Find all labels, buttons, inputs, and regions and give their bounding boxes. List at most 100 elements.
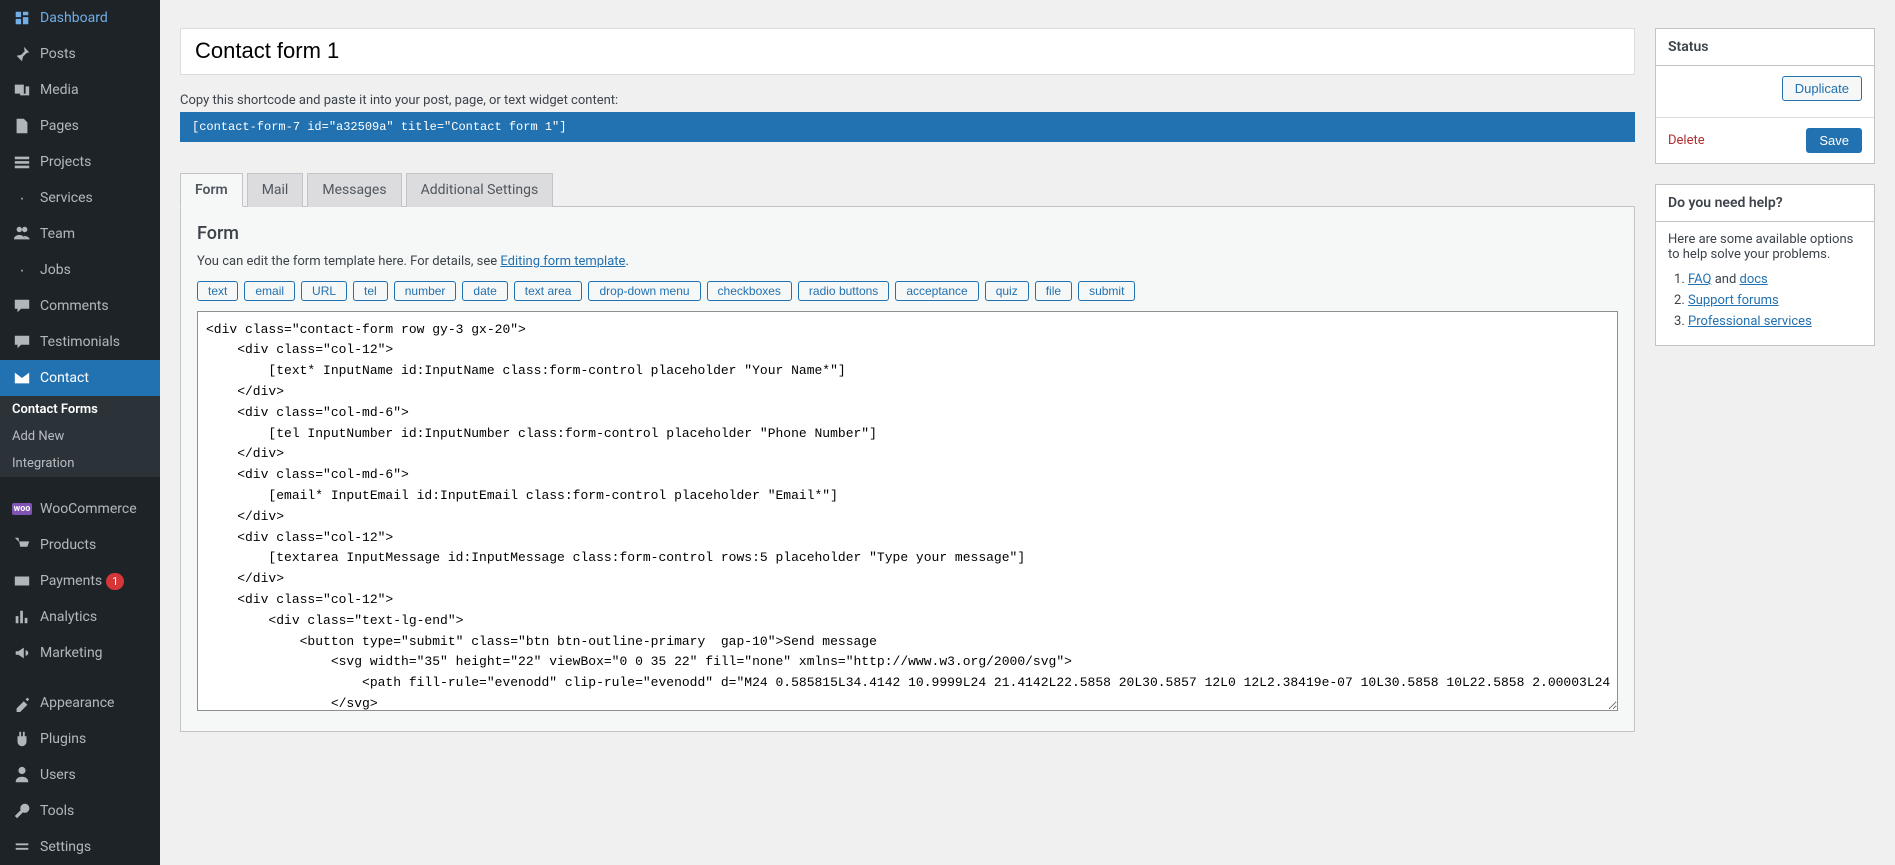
sidebar-item-tools[interactable]: Tools bbox=[0, 793, 160, 829]
tab-form[interactable]: Form bbox=[180, 173, 243, 207]
sidebar-item-pages[interactable]: Pages bbox=[0, 108, 160, 144]
tag-button-email[interactable]: email bbox=[244, 281, 295, 301]
sidebar-item-label: Dashboard bbox=[40, 10, 108, 26]
help-intro: Here are some available options to help … bbox=[1668, 232, 1862, 262]
woo-icon: woo bbox=[12, 499, 32, 519]
sidebar-item-label: Projects bbox=[40, 154, 91, 170]
tag-button-file[interactable]: file bbox=[1035, 281, 1072, 301]
services-icon: ∙ bbox=[12, 188, 32, 208]
form-title-input[interactable] bbox=[180, 28, 1635, 75]
tag-button-acceptance[interactable]: acceptance bbox=[895, 281, 978, 301]
tab-messages[interactable]: Messages bbox=[307, 173, 401, 207]
help-heading: Do you need help? bbox=[1656, 185, 1874, 222]
payments-icon bbox=[12, 571, 32, 591]
duplicate-button[interactable]: Duplicate bbox=[1782, 76, 1862, 101]
sidebar-item-woocommerce[interactable]: woo WooCommerce bbox=[0, 491, 160, 527]
sidebar-item-payments[interactable]: Payments1 bbox=[0, 563, 160, 599]
tag-button-text[interactable]: text bbox=[197, 281, 238, 301]
sidebar-item-projects[interactable]: Projects bbox=[0, 144, 160, 180]
tag-button-url[interactable]: URL bbox=[301, 281, 347, 301]
editor-tabs: FormMailMessagesAdditional Settings bbox=[180, 172, 1635, 207]
sidebar-item-users[interactable]: Users bbox=[0, 757, 160, 793]
professional-services-link[interactable]: Professional services bbox=[1688, 314, 1812, 329]
faq-link[interactable]: FAQ bbox=[1688, 272, 1711, 287]
tag-button-submit[interactable]: submit bbox=[1078, 281, 1135, 301]
settings-icon bbox=[12, 837, 32, 857]
submenu-item-contact-forms[interactable]: Contact Forms bbox=[0, 396, 160, 423]
sidebar-item-contact[interactable]: Contact bbox=[0, 360, 160, 396]
tag-button-number[interactable]: number bbox=[394, 281, 457, 301]
sidebar-item-label: Analytics bbox=[40, 609, 97, 625]
sidebar-item-services[interactable]: ∙ Services bbox=[0, 180, 160, 216]
sidebar-item-label: Plugins bbox=[40, 731, 86, 747]
tag-button-text-area[interactable]: text area bbox=[514, 281, 583, 301]
sidebar-item-label: Services bbox=[40, 190, 93, 206]
sidebar-item-label: Payments bbox=[40, 573, 102, 589]
sidebar-item-analytics[interactable]: Analytics bbox=[0, 599, 160, 635]
tag-button-radio-buttons[interactable]: radio buttons bbox=[798, 281, 889, 301]
save-button[interactable]: Save bbox=[1806, 128, 1862, 153]
sidebar-item-settings[interactable]: Settings bbox=[0, 829, 160, 865]
sidebar-item-posts[interactable]: Posts bbox=[0, 36, 160, 72]
tag-button-checkboxes[interactable]: checkboxes bbox=[707, 281, 792, 301]
form-code-textarea[interactable] bbox=[197, 311, 1618, 711]
sidebar-item-comments[interactable]: Comments bbox=[0, 288, 160, 324]
admin-sidebar: Dashboard PostsMedia Pages Projects ∙ Service… bbox=[0, 0, 160, 865]
projects-icon bbox=[12, 152, 32, 172]
sidebar-item-products[interactable]: Products bbox=[0, 527, 160, 563]
sidebar-item-team[interactable]: Team bbox=[0, 216, 160, 252]
sidebar-item-label: Testimonials bbox=[40, 334, 120, 350]
media-icon bbox=[12, 80, 32, 100]
marketing-icon bbox=[12, 643, 32, 663]
sidebar-item-marketing[interactable]: Marketing bbox=[0, 635, 160, 671]
support-forums-link[interactable]: Support forums bbox=[1688, 293, 1779, 308]
form-panel: Form You can edit the form template here… bbox=[180, 207, 1635, 732]
sidebar-item-label: Settings bbox=[40, 839, 91, 855]
sidebar-item-label: Marketing bbox=[40, 645, 103, 661]
tab-mail[interactable]: Mail bbox=[247, 173, 304, 207]
jobs-icon: ∙ bbox=[12, 260, 32, 280]
sidebar-item-testimonials[interactable]: Testimonials bbox=[0, 324, 160, 360]
tag-button-date[interactable]: date bbox=[462, 281, 507, 301]
analytics-icon bbox=[12, 607, 32, 627]
sidebar-item-dashboard[interactable]: Dashboard bbox=[0, 0, 160, 36]
shortcode-display[interactable]: [contact-form-7 id="a32509a" title="Cont… bbox=[180, 112, 1635, 142]
status-heading: Status bbox=[1656, 29, 1874, 66]
team-icon bbox=[12, 224, 32, 244]
submenu-item-integration[interactable]: Integration bbox=[0, 450, 160, 477]
sidebar-item-appearance[interactable]: Appearance bbox=[0, 685, 160, 721]
sidebar-item-label: Contact bbox=[40, 370, 89, 386]
users-icon bbox=[12, 765, 32, 785]
sidebar-item-plugins[interactable]: Plugins bbox=[0, 721, 160, 757]
comments-icon bbox=[12, 296, 32, 316]
tag-button-drop-down-menu[interactable]: drop-down menu bbox=[588, 281, 700, 301]
tag-button-quiz[interactable]: quiz bbox=[985, 281, 1029, 301]
sidebar-item-label: Users bbox=[40, 767, 76, 783]
status-box: Status Duplicate Delete Save bbox=[1655, 28, 1875, 164]
sidebar-item-label: Jobs bbox=[40, 262, 71, 278]
plugins-icon bbox=[12, 729, 32, 749]
products-icon bbox=[12, 535, 32, 555]
pages-icon bbox=[12, 116, 32, 136]
panel-heading: Form bbox=[197, 223, 1618, 244]
testimonials-icon bbox=[12, 332, 32, 352]
sidebar-item-label: Comments bbox=[40, 298, 109, 314]
docs-link[interactable]: docs bbox=[1740, 272, 1768, 287]
tab-additional-settings[interactable]: Additional Settings bbox=[406, 173, 554, 207]
contact-icon bbox=[12, 368, 32, 388]
main-content: Copy this shortcode and paste it into yo… bbox=[160, 0, 1895, 865]
sidebar-item-label: Pages bbox=[40, 118, 79, 134]
help-box: Do you need help? Here are some availabl… bbox=[1655, 184, 1875, 346]
tools-icon bbox=[12, 801, 32, 821]
sidebar-item-label: Tools bbox=[40, 803, 74, 819]
sidebar-item-label: Appearance bbox=[40, 695, 114, 711]
delete-link[interactable]: Delete bbox=[1668, 133, 1705, 148]
tag-button-tel[interactable]: tel bbox=[353, 281, 388, 301]
sidebar-item-label: WooCommerce bbox=[40, 501, 137, 517]
help-item-faq: FAQ and docs bbox=[1688, 272, 1862, 287]
sidebar-item-jobs[interactable]: ∙ Jobs bbox=[0, 252, 160, 288]
submenu-item-add-new[interactable]: Add New bbox=[0, 423, 160, 450]
sidebar-badge: 1 bbox=[106, 573, 124, 590]
editing-template-link[interactable]: Editing form template bbox=[500, 254, 625, 269]
sidebar-item-media[interactable]: Media bbox=[0, 72, 160, 108]
